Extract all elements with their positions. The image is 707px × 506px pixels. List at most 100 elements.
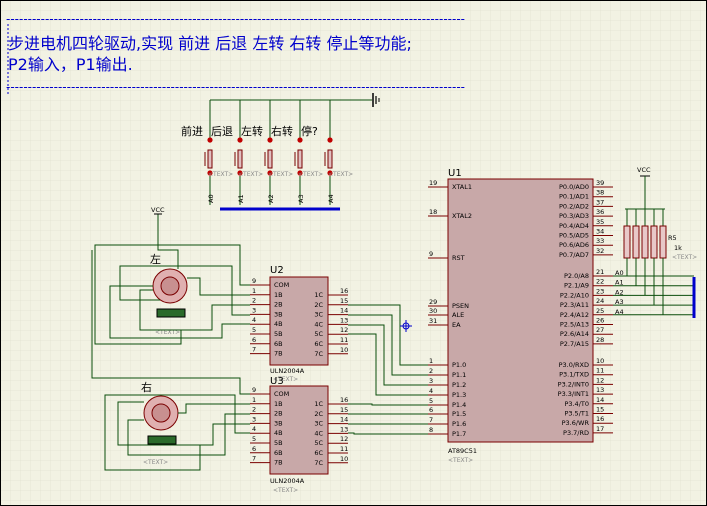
switch-text-tag-1: <TEXT> [238,171,263,178]
u1-pin-name-right-1: P0.1/AD1 [559,193,589,201]
u1-pin-num-right-0: 39 [596,179,604,187]
u1-pin-num-right-15: 28 [596,336,604,344]
u3-pin-num-left-7: 7 [252,455,256,463]
rp5-resistor-2 [641,225,649,259]
u2-pin-num-left-4: 4 [252,316,256,324]
right-motor-text-tag: <TEXT> [143,459,168,466]
u1-pin-num-right-7: 32 [596,247,604,255]
switch-body-1 [237,149,243,169]
u2-pin-name-left-0: COM [274,281,289,289]
schematic-canvas: ----------------------------------------… [0,0,707,506]
u1-pin-name-left-1: XTAL2 [452,212,472,220]
u2-pin-num-left-2: 2 [252,297,256,305]
u1-pin-num-left-7: 2 [429,367,433,375]
right-motor-label: 右 [141,380,152,394]
u3-pin-name-left-6: 6B [274,449,283,457]
u3-pin-name-left-1: 1B [274,400,283,408]
u2-pin-name-left-5: 5B [274,330,283,338]
u3-pin-name-left-7: 7B [274,459,283,467]
switch-body-4 [327,149,333,169]
u1-pin-name-right-19: P3.3/INT1 [558,390,589,398]
switch-contact-top-4 [327,137,333,143]
u3-pin-name-right-0: 1C [314,400,323,408]
u1-pin-num-left-3: 29 [429,298,437,306]
u3-pin-num-right-3: 13 [340,425,348,433]
u1-pin-num-right-2: 37 [596,198,604,206]
u1-pin-name-right-23: P3.7/RD [563,429,589,437]
switch-contact-top-1 [237,137,243,143]
u3-pin-num-left-5: 5 [252,435,256,443]
left-motor-label: 左 [150,253,161,266]
u1-part: AT89C51 [448,447,477,455]
u3-pin-num-right-1: 15 [340,406,348,414]
u1-pin-num-right-10: 23 [596,287,604,295]
u1-pin-name-right-16: P3.0/RXD [559,361,589,369]
u1-pin-name-left-6: P1.0 [452,361,466,369]
u1-pin-name-left-2: RST [452,254,465,262]
u2-pin-name-right-6: 7C [314,350,323,358]
u2-pin-num-left-3: 3 [252,306,256,314]
u1-pin-num-left-4: 30 [429,307,437,315]
comment-line-2: P2输入，P1输出. [8,55,133,74]
switch-contact-top-3 [297,137,303,143]
switch-body-2 [267,149,273,169]
switch-net-2: A2 [267,194,275,203]
u1-pin-name-right-12: P2.4/A12 [560,311,589,319]
u2-pin-num-right-6: 10 [340,346,348,354]
rp5-value: 1k [674,244,682,252]
switch-net-3: A3 [297,194,305,203]
u1-pin-num-right-22: 16 [596,415,604,423]
u2-pin-name-right-0: 1C [314,291,323,299]
u1-pin-num-left-1: 18 [429,208,437,216]
u1-pin-num-right-16: 10 [596,357,604,365]
switch-text-tag-3: <TEXT> [298,171,323,178]
comment-dashes-bottom: ----------------------------------------… [6,80,465,94]
u1-pin-name-left-7: P1.1 [452,371,466,379]
u1-pin-num-right-3: 36 [596,208,604,216]
u3-pin-num-left-6: 6 [252,445,256,453]
p2-net-3: A3 [615,298,624,306]
u3-pin-name-left-0: COM [274,390,289,398]
u3-pin-name-left-4: 4B [274,429,283,437]
u3-pin-num-right-6: 10 [340,455,348,463]
switch-body-3 [297,149,303,169]
u1-pin-num-right-1: 38 [596,189,604,197]
switch-label-3: 右转 [271,124,293,138]
u2-pin-name-right-4: 5C [314,330,323,338]
switch-text-tag-4: <TEXT> [328,171,353,178]
u2-pin-num-left-0: 9 [252,277,256,285]
u3-pin-name-left-3: 3B [274,419,283,427]
switch-label-0: 前进 [181,124,203,138]
u2-pin-num-left-5: 5 [252,326,256,334]
u3-pin-name-right-5: 6C [314,449,323,457]
switch-net-0: A0 [207,194,215,203]
u3-pin-name-right-1: 2C [314,410,323,418]
u1-pin-num-right-12: 25 [596,307,604,315]
u1-pin-name-right-0: P0.0/AD0 [559,183,589,191]
u1-pin-name-right-9: P2.1/A9 [564,282,589,290]
u2-pin-num-right-3: 13 [340,316,348,324]
u2-pin-num-right-0: 16 [340,287,348,295]
u1-pin-num-right-4: 35 [596,218,604,226]
u1-pin-name-right-3: P0.3/AD3 [559,212,589,220]
u1-pin-name-right-15: P2.7/A15 [560,340,589,348]
u1-pin-name-left-11: P1.5 [452,410,466,418]
u1-pin-name-left-0: XTAL1 [452,183,472,191]
switch-contact-top-0 [207,137,213,143]
p2-net-1: A1 [615,279,624,287]
u1-text-tag: <TEXT> [448,457,473,464]
u2-pin-name-right-3: 4C [314,320,323,328]
rp5-ref: R5 [668,234,677,242]
u3-pin-num-left-1: 1 [252,396,256,404]
u1-pin-num-right-19: 13 [596,386,604,394]
u1-pin-name-left-3: PSEN [452,302,469,310]
u3-pin-name-left-2: 2B [274,410,283,418]
u1-pin-name-right-10: P2.2/A10 [560,291,589,299]
u1-pin-name-right-8: P2.0/A8 [564,272,589,280]
u1-pin-name-right-2: P0.2/AD2 [559,202,589,210]
rp5-text-tag: <TEXT> [672,254,697,261]
u1-pin-num-right-9: 22 [596,278,604,286]
u1-pin-num-left-9: 4 [429,387,433,395]
u1-pin-num-left-6: 1 [429,357,433,365]
rp5-resistor-0 [623,225,631,259]
